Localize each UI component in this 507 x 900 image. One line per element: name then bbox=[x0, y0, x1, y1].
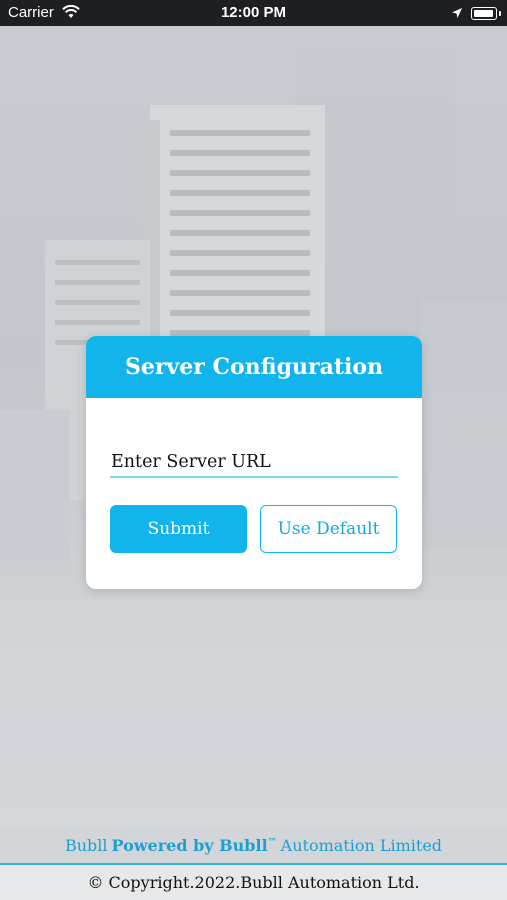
battery-tip bbox=[499, 11, 501, 16]
brand-name: Bubll bbox=[64, 835, 108, 855]
use-default-button[interactable]: Use Default bbox=[260, 505, 397, 553]
status-bar: Carrier 12:00 PM bbox=[0, 0, 507, 26]
server-url-input[interactable] bbox=[110, 448, 398, 478]
battery-icon bbox=[471, 7, 497, 20]
trademark-symbol: ™ bbox=[267, 837, 277, 848]
status-time: 12:00 PM bbox=[220, 4, 287, 21]
copyright-bar: © Copyright.2022.Bubll Automation Ltd. bbox=[0, 865, 507, 900]
company-name: Automation Limited bbox=[280, 835, 443, 855]
powered-by-text: Powered by Bubll™ bbox=[112, 836, 277, 855]
powered-by-banner: Bubll Powered by Bubll™ Automation Limit… bbox=[0, 827, 507, 865]
copyright-text: © Copyright.2022.Bubll Automation Ltd. bbox=[87, 873, 420, 892]
powered-by-label: Powered by Bubll bbox=[111, 835, 268, 855]
server-configuration-dialog: Server Configuration Submit Use Default bbox=[86, 336, 422, 589]
submit-button[interactable]: Submit bbox=[110, 505, 247, 553]
dialog-title: Server Configuration bbox=[86, 336, 422, 398]
location-arrow-icon bbox=[451, 6, 463, 23]
